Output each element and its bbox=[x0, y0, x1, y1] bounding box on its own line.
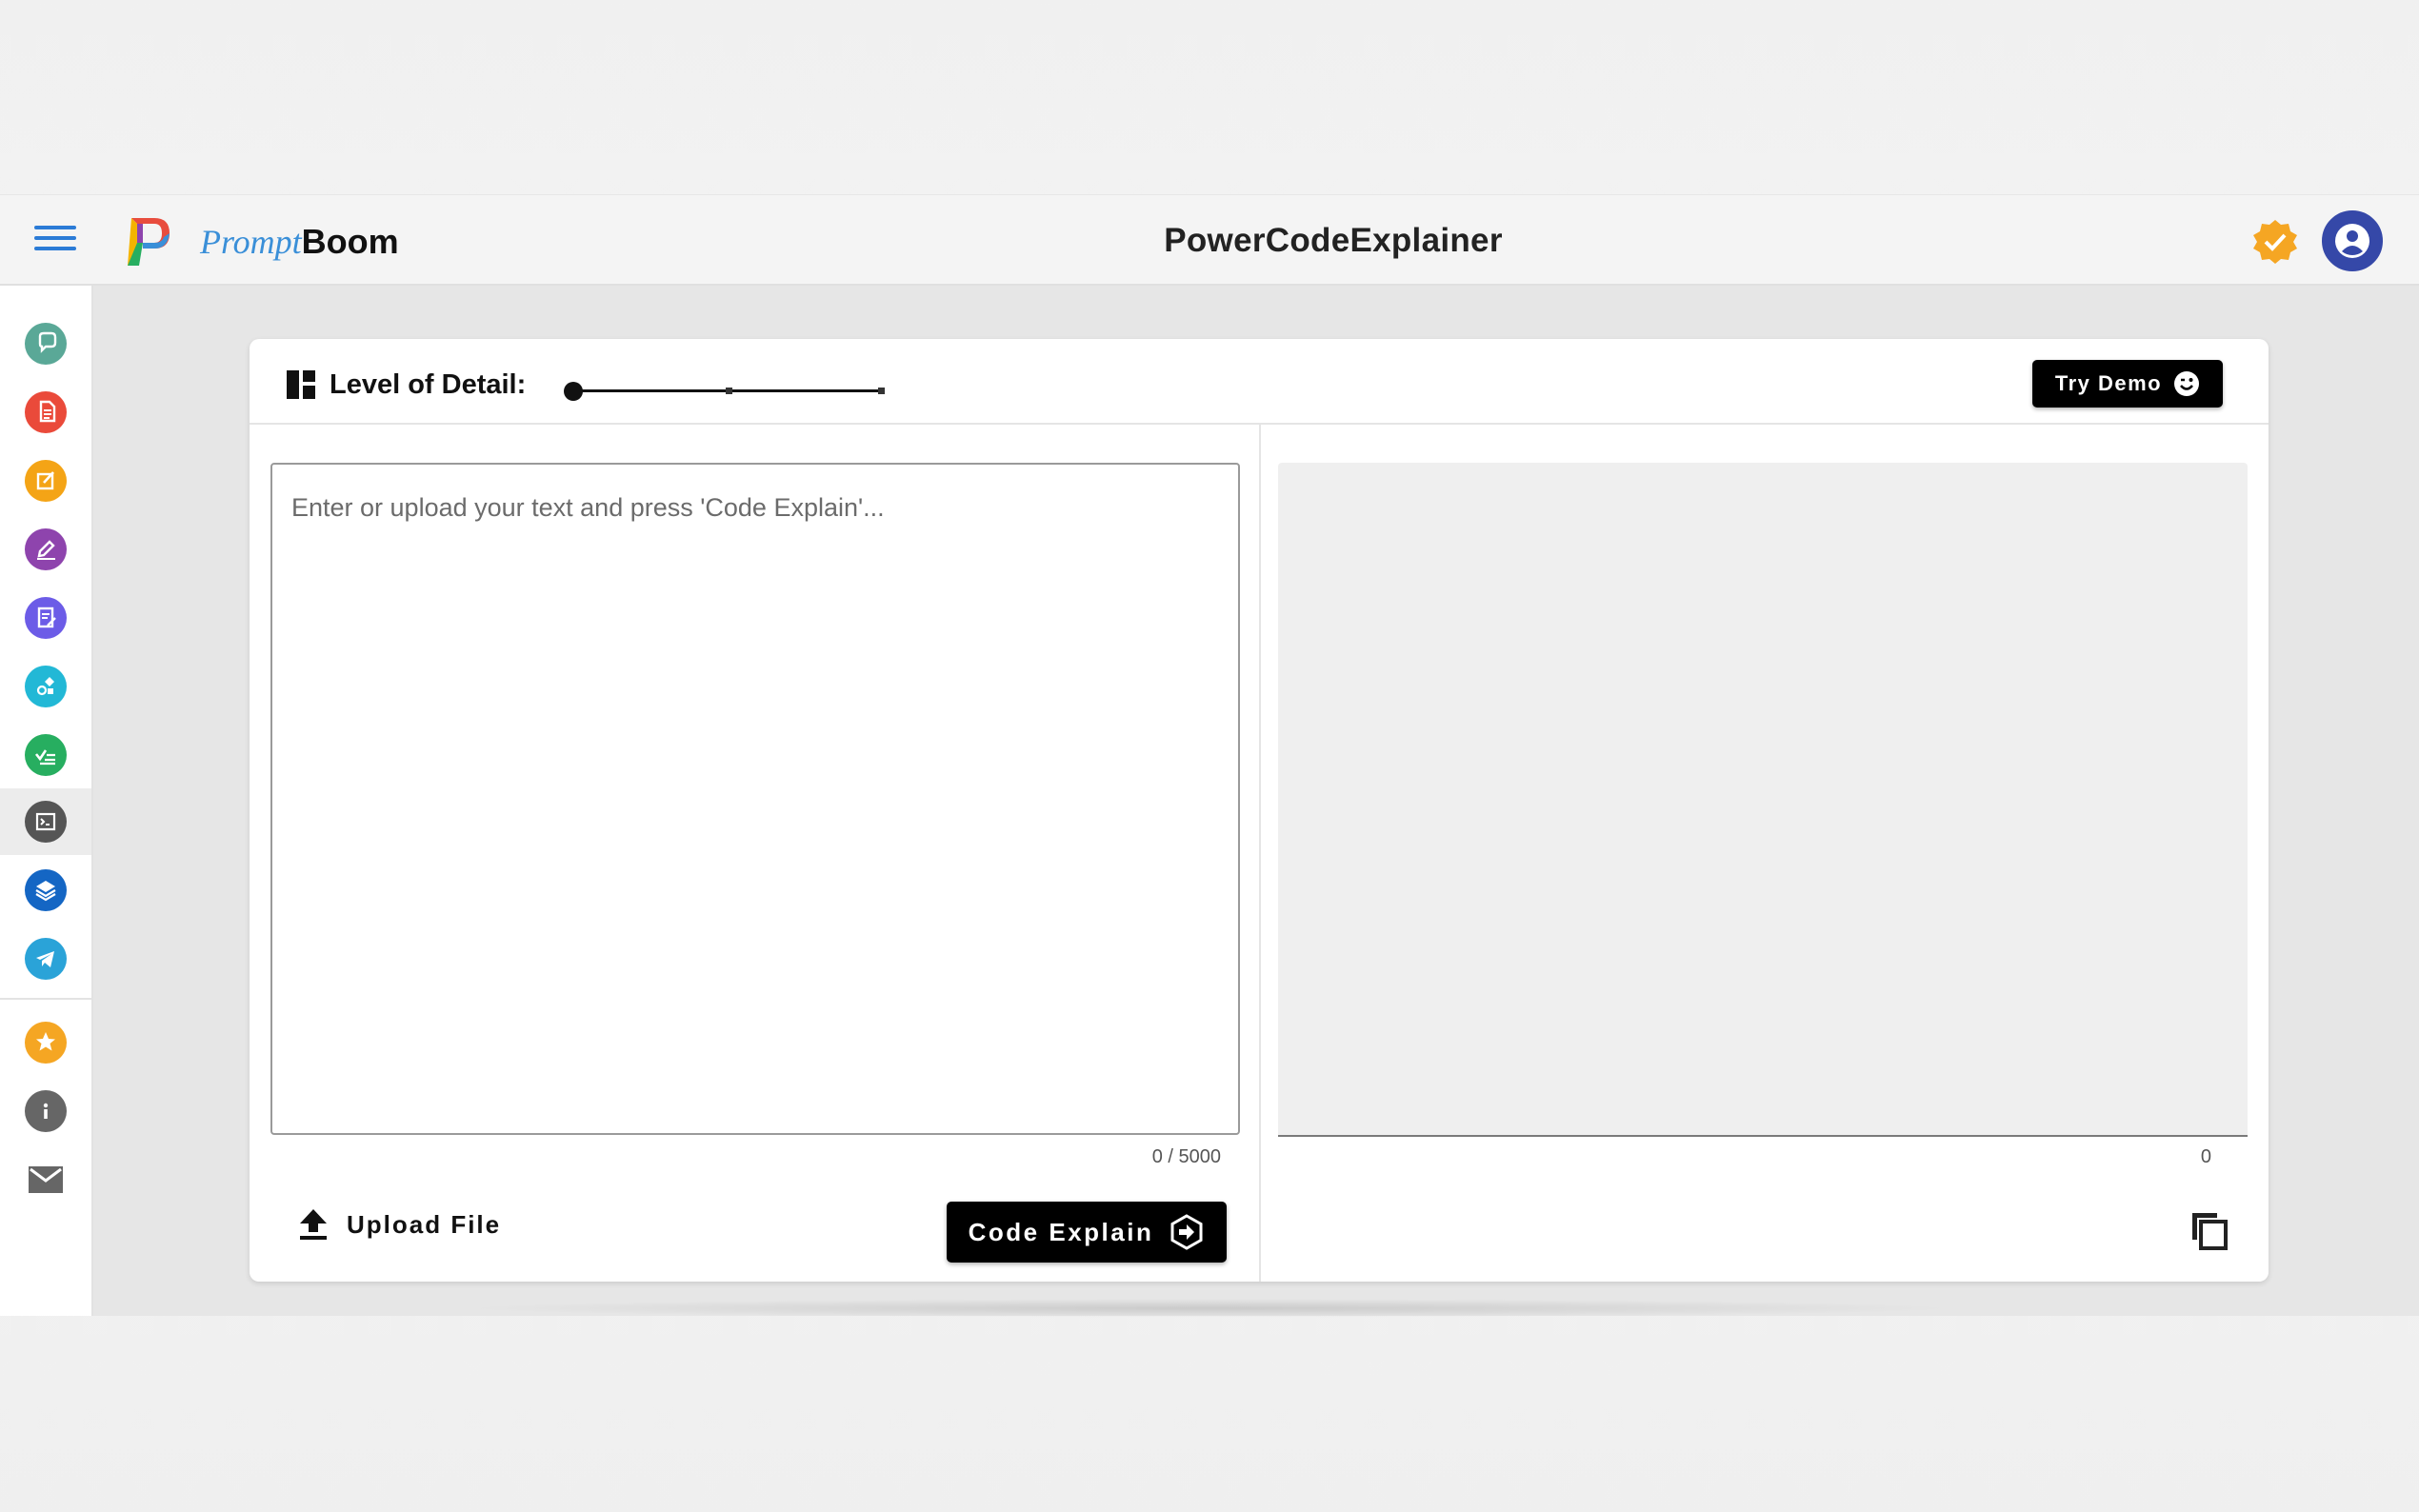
sidebar-item-star[interactable] bbox=[0, 1009, 91, 1076]
document-icon bbox=[25, 391, 67, 433]
upload-icon bbox=[300, 1209, 327, 1240]
sidebar-item-info[interactable] bbox=[0, 1078, 91, 1144]
dashboard-icon bbox=[287, 370, 315, 399]
telegram-icon bbox=[25, 938, 67, 980]
pen-icon bbox=[25, 528, 67, 570]
user-icon bbox=[2335, 224, 2369, 258]
app-shadow bbox=[457, 1299, 1962, 1318]
shapes-icon bbox=[25, 666, 67, 707]
sidebar-item-terminal[interactable] bbox=[0, 788, 91, 855]
notes-icon bbox=[25, 597, 67, 639]
code-explain-button[interactable]: Code Explain bbox=[947, 1202, 1227, 1263]
input-char-counter: 0 / 5000 bbox=[1151, 1146, 1221, 1167]
page-title: PowerCodeExplainer bbox=[1164, 222, 1503, 259]
mail-icon bbox=[29, 1166, 63, 1193]
slider-mark bbox=[726, 388, 732, 394]
wink-face-icon bbox=[2174, 371, 2200, 396]
avatar[interactable] bbox=[2322, 210, 2383, 271]
sidebar-item-edit-box[interactable] bbox=[0, 448, 91, 514]
sidebar-item-telegram[interactable] bbox=[0, 925, 91, 992]
upload-file-button[interactable]: Upload File bbox=[297, 1196, 501, 1253]
try-demo-label: Try Demo bbox=[2054, 371, 2163, 395]
main-card: Level of Detail: Try Demo 0 / 5000 bbox=[250, 339, 2269, 1282]
verified-badge-icon[interactable] bbox=[2251, 218, 2299, 266]
code-explain-label: Code Explain bbox=[968, 1217, 1154, 1246]
star-icon bbox=[25, 1022, 67, 1064]
top-bar: PromptBoom PowerCodeExplainer bbox=[0, 194, 2419, 286]
info-icon bbox=[25, 1090, 67, 1132]
detail-slider[interactable] bbox=[564, 377, 888, 406]
sidebar-item-checklist[interactable] bbox=[0, 722, 91, 788]
chat-icon bbox=[25, 323, 67, 365]
output-char-counter: 0 bbox=[2200, 1146, 2211, 1167]
sidebar-item-notes[interactable] bbox=[0, 585, 91, 651]
detail-label: Level of Detail: bbox=[330, 369, 527, 400]
slider-mark bbox=[878, 388, 885, 394]
column-divider bbox=[1259, 425, 1261, 1282]
arrow-hexagon-icon bbox=[1170, 1214, 1203, 1250]
sidebar-item-document[interactable] bbox=[0, 379, 91, 446]
try-demo-button[interactable]: Try Demo bbox=[2032, 360, 2223, 408]
slider-thumb[interactable] bbox=[564, 382, 583, 401]
code-input[interactable] bbox=[270, 463, 1240, 1135]
sidebar-divider bbox=[0, 998, 91, 1000]
sidebar-item-shapes[interactable] bbox=[0, 653, 91, 720]
controls-bar: Level of Detail: Try Demo bbox=[250, 339, 2269, 425]
sidebar bbox=[0, 286, 93, 1316]
app-window: PromptBoom PowerCodeExplainer Level of D… bbox=[0, 194, 2419, 1316]
edit-box-icon bbox=[25, 460, 67, 502]
copy-icon[interactable] bbox=[2189, 1207, 2230, 1251]
terminal-icon bbox=[25, 801, 67, 843]
checklist-icon bbox=[25, 734, 67, 776]
sidebar-item-mail[interactable] bbox=[0, 1146, 91, 1213]
sidebar-item-layers[interactable] bbox=[0, 857, 91, 924]
sidebar-item-pen[interactable] bbox=[0, 516, 91, 583]
layers-icon bbox=[25, 869, 67, 911]
sidebar-item-chat[interactable] bbox=[0, 310, 91, 377]
explanation-output bbox=[1278, 463, 2248, 1137]
upload-file-label: Upload File bbox=[347, 1209, 502, 1239]
